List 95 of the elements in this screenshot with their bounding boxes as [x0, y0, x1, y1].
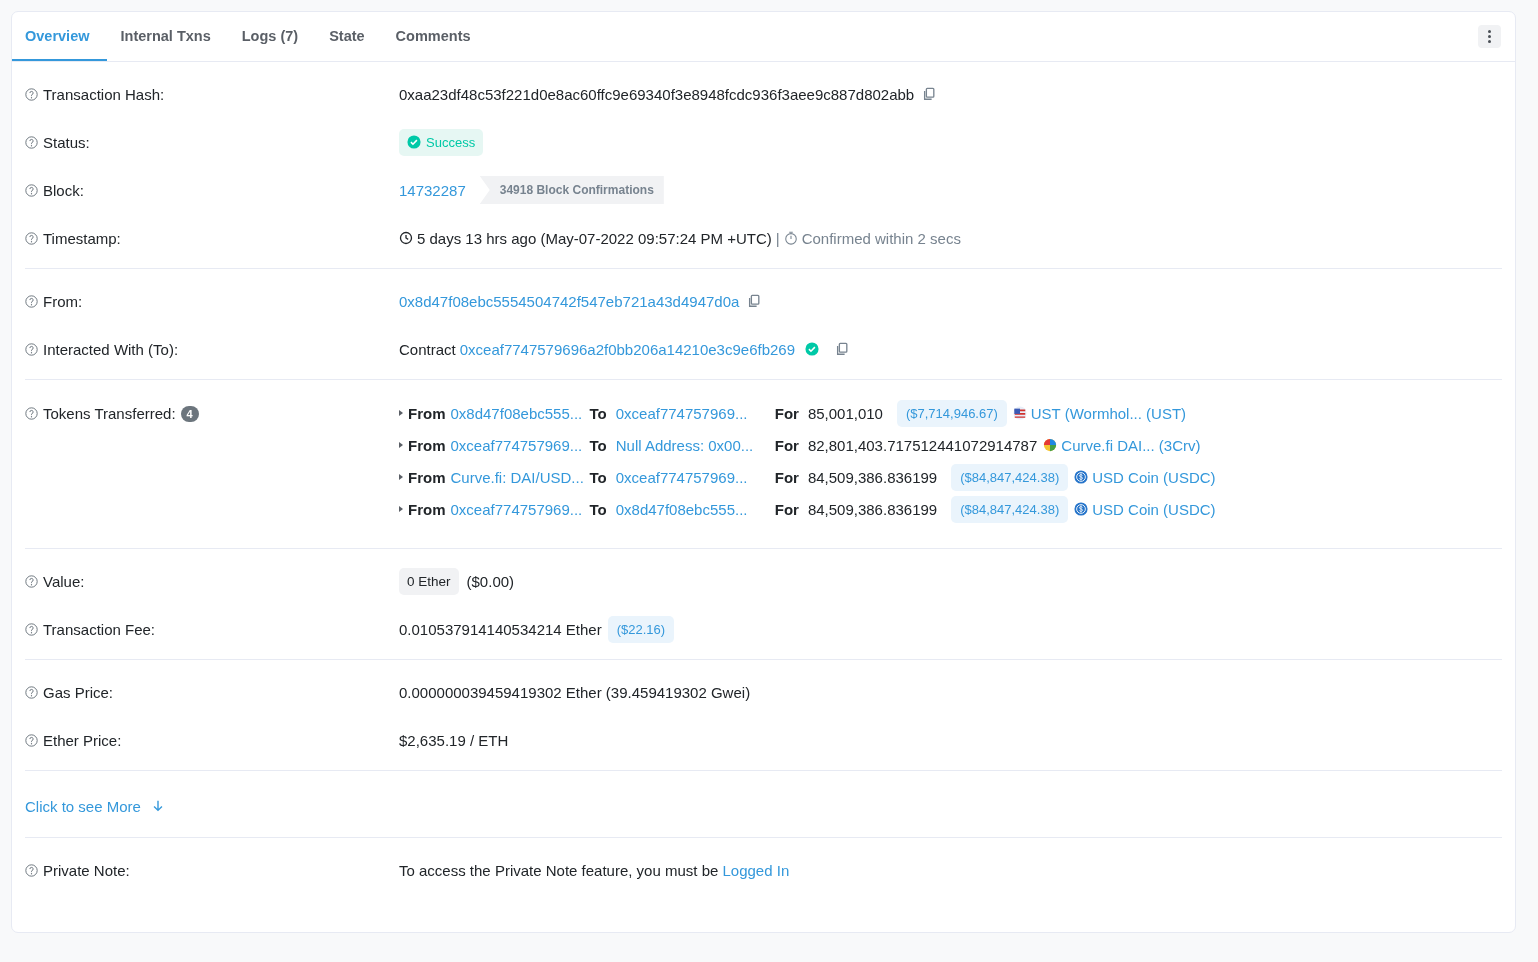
- field-label: From:: [43, 292, 83, 310]
- confirmation-time: Confirmed within 2 secs: [801, 229, 961, 247]
- help-icon: [25, 342, 38, 356]
- field-label: Block:: [43, 181, 84, 199]
- token-link[interactable]: Curve.fi DAI... (3Crv): [1061, 436, 1201, 454]
- token-link[interactable]: USD Coin (USDC): [1092, 500, 1216, 518]
- field-label: Interacted With (To):: [43, 340, 179, 358]
- from-label: From: [408, 404, 446, 422]
- status-badge: Success: [399, 128, 484, 156]
- to-label: To: [589, 404, 607, 422]
- tab[interactable]: Comments: [382, 12, 488, 61]
- for-label: For: [774, 404, 799, 422]
- token-amount: 85,001,010: [807, 404, 883, 422]
- caret-icon[interactable]: [399, 442, 403, 448]
- field-value: 0.000000039459419302 Ether (39.459419302 Gwei): [399, 683, 751, 701]
- token-link[interactable]: USD Coin (USDC): [1092, 468, 1216, 486]
- flag-icon: [1012, 406, 1027, 420]
- field-label: Ether Price:: [43, 731, 122, 749]
- tab[interactable]: Internal Txns: [107, 12, 228, 61]
- help-icon: [25, 685, 38, 699]
- field-label: Transaction Fee:: [43, 620, 155, 638]
- caret-icon[interactable]: [399, 506, 403, 512]
- from-address-link[interactable]: 0xceaf774757969...: [450, 500, 590, 518]
- token-amount: 82,801,403.717512441072914787: [807, 436, 1038, 454]
- for-label: For: [774, 500, 799, 518]
- field-label: Timestamp:: [43, 229, 121, 247]
- copy-icon[interactable]: [835, 342, 850, 356]
- from-address-link[interactable]: Curve.fi: DAI/USD...: [450, 468, 590, 486]
- to-label: To: [589, 436, 607, 454]
- help-icon: [25, 294, 38, 308]
- from-label: From: [408, 468, 446, 486]
- tab[interactable]: Logs (7): [228, 12, 316, 61]
- more-options-button[interactable]: [1478, 25, 1501, 48]
- copy-icon[interactable]: [922, 87, 937, 101]
- for-label: For: [774, 436, 799, 454]
- usd-value: ($0.00): [466, 572, 515, 590]
- tab[interactable]: Overview: [12, 12, 107, 61]
- from-address-link[interactable]: 0x8d47f08ebc555...: [450, 404, 590, 422]
- field-value: $2,635.19 / ETH: [399, 731, 509, 749]
- timestamp-text: 5 days 13 hrs ago (May-07-2022 09:57:24 PM +UTC): [417, 229, 772, 247]
- to-label: To: [589, 468, 607, 486]
- transaction-hash: 0xaa23df48c53f221d0e8ac60ffc9e69340f3e8948fcdc936f3aee9c887d802abb: [399, 85, 915, 103]
- coin-icon: [1074, 502, 1089, 516]
- from-address-link[interactable]: 0xceaf774757969...: [450, 436, 590, 454]
- block-link[interactable]: 14732287: [399, 181, 466, 199]
- from-label: From: [408, 436, 446, 454]
- coin-icon: [1074, 470, 1089, 484]
- to-address-link[interactable]: 0xceaf774757969...: [615, 468, 766, 486]
- check-circle-icon: [407, 135, 421, 149]
- stopwatch-icon: [783, 231, 798, 245]
- rainbow-token-icon: [1043, 438, 1058, 452]
- fee-amount: 0.010537914140534214 Ether: [399, 620, 602, 638]
- help-icon: [25, 183, 38, 197]
- usd-value-badge: ($7,714,946.67): [896, 399, 1007, 427]
- tab[interactable]: State: [316, 12, 382, 61]
- help-icon: [25, 407, 38, 420]
- to-label: To: [589, 500, 607, 518]
- help-icon: [25, 574, 38, 588]
- copy-icon[interactable]: [747, 294, 762, 308]
- confirmations-badge: 34918 Block Confirmations: [479, 176, 664, 204]
- field-label: Gas Price:: [43, 683, 114, 701]
- field-label: Value:: [43, 572, 85, 590]
- token-link[interactable]: UST (Wormhol... (UST): [1030, 404, 1187, 422]
- count-badge: 4: [180, 405, 199, 422]
- field-label: Private Note:: [43, 861, 130, 879]
- help-icon: [25, 87, 38, 101]
- usd-value-badge: ($84,847,424.38): [951, 463, 1069, 491]
- usd-value-badge: ($84,847,424.38): [951, 495, 1069, 523]
- separator: |: [775, 229, 780, 247]
- for-label: For: [774, 468, 799, 486]
- login-link[interactable]: Logged In: [722, 861, 790, 879]
- ether-value-badge: 0 Ether: [399, 567, 459, 595]
- address-link[interactable]: 0x8d47f08ebc5554504742f547eb721a43d4947d0a: [399, 292, 740, 310]
- usd-value-badge: ($22.16): [607, 615, 675, 643]
- contract-label: Contract: [399, 340, 456, 358]
- caret-icon[interactable]: [399, 410, 403, 416]
- from-label: From: [408, 500, 446, 518]
- field-label: Tokens Transferred:: [43, 405, 176, 422]
- token-amount: 84,509,386.836199: [807, 500, 938, 518]
- to-address-link[interactable]: Null Address: 0x00...: [615, 436, 766, 454]
- help-icon: [25, 622, 38, 636]
- see-more-link[interactable]: Click to see More: [25, 797, 141, 815]
- clock-icon: [399, 231, 413, 245]
- field-label: Status:: [43, 133, 90, 151]
- token-amount: 84,509,386.836199: [807, 468, 938, 486]
- help-icon: [25, 733, 38, 747]
- field-label: Transaction Hash:: [43, 85, 165, 103]
- help-icon: [25, 863, 38, 877]
- help-icon: [25, 231, 38, 245]
- caret-icon[interactable]: [399, 474, 403, 480]
- private-note-message: To access the Private Note feature, you must be Logged In: [399, 861, 790, 879]
- to-address-link[interactable]: 0x8d47f08ebc555...: [615, 500, 766, 518]
- contract-address-link[interactable]: 0xceaf7747579696a2f0bb206a14210e3c9e6fb269: [459, 340, 796, 358]
- to-address-link[interactable]: 0xceaf774757969...: [615, 404, 766, 422]
- help-icon: [25, 135, 38, 149]
